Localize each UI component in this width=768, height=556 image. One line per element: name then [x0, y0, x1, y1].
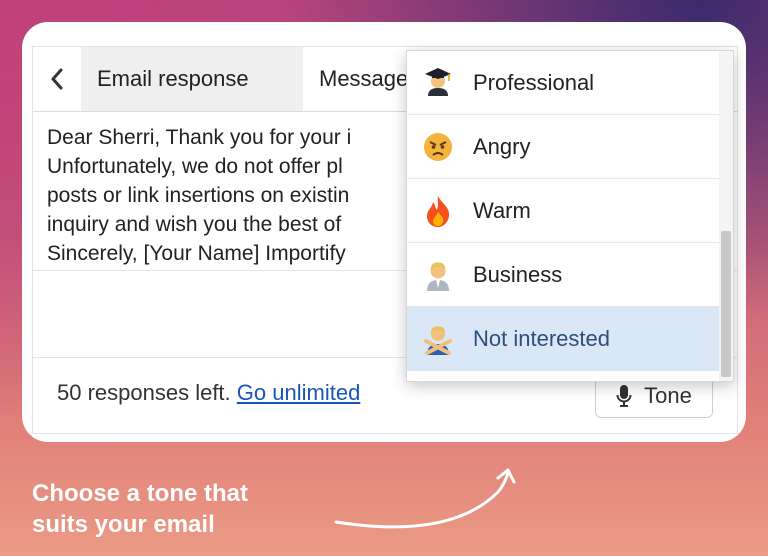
tone-option-not-interested[interactable]: Not interested: [407, 307, 719, 371]
back-button[interactable]: [33, 47, 81, 111]
tab-label: Message: [319, 66, 409, 91]
option-label: Professional: [473, 69, 595, 95]
tone-label: Tone: [644, 383, 692, 408]
graduate-person-icon: [421, 66, 455, 100]
tone-dropdown: Professional Angry Warm Business Not int…: [406, 50, 734, 382]
chevron-left-icon: [51, 68, 63, 90]
caption-text: Choose a tone that suits your email: [32, 478, 248, 540]
option-label: Not interested: [473, 326, 610, 351]
tab-label: Email response: [97, 66, 249, 91]
crossed-arms-person-icon: [421, 322, 455, 356]
microphone-icon: [616, 385, 632, 407]
responses-status: 50 responses left. Go unlimited: [57, 380, 360, 406]
responses-left-text: 50 responses left.: [57, 380, 231, 405]
scrollbar-thumb[interactable]: [721, 231, 731, 377]
tab-email-response[interactable]: Email response: [81, 47, 303, 111]
curved-arrow-icon: [334, 468, 516, 529]
tone-option-business[interactable]: Business: [407, 243, 719, 307]
caption-line: Choose a tone that: [32, 480, 249, 507]
fire-icon: [421, 194, 455, 228]
tone-option-professional[interactable]: Professional: [407, 51, 719, 115]
option-label: Angry: [473, 133, 531, 159]
tone-option-angry[interactable]: Angry: [407, 115, 719, 179]
go-unlimited-link[interactable]: Go unlimited: [237, 380, 361, 405]
tone-option-warm[interactable]: Warm: [407, 179, 719, 243]
option-label: Business: [473, 261, 563, 287]
dropdown-scrollbar[interactable]: [719, 51, 733, 381]
caption-line: suits your email: [32, 511, 215, 538]
app-card: Email response Message e Dear Sherri, Th…: [22, 22, 746, 442]
business-person-icon: [421, 258, 455, 292]
angry-face-icon: [421, 130, 455, 164]
option-label: Warm: [473, 197, 531, 223]
